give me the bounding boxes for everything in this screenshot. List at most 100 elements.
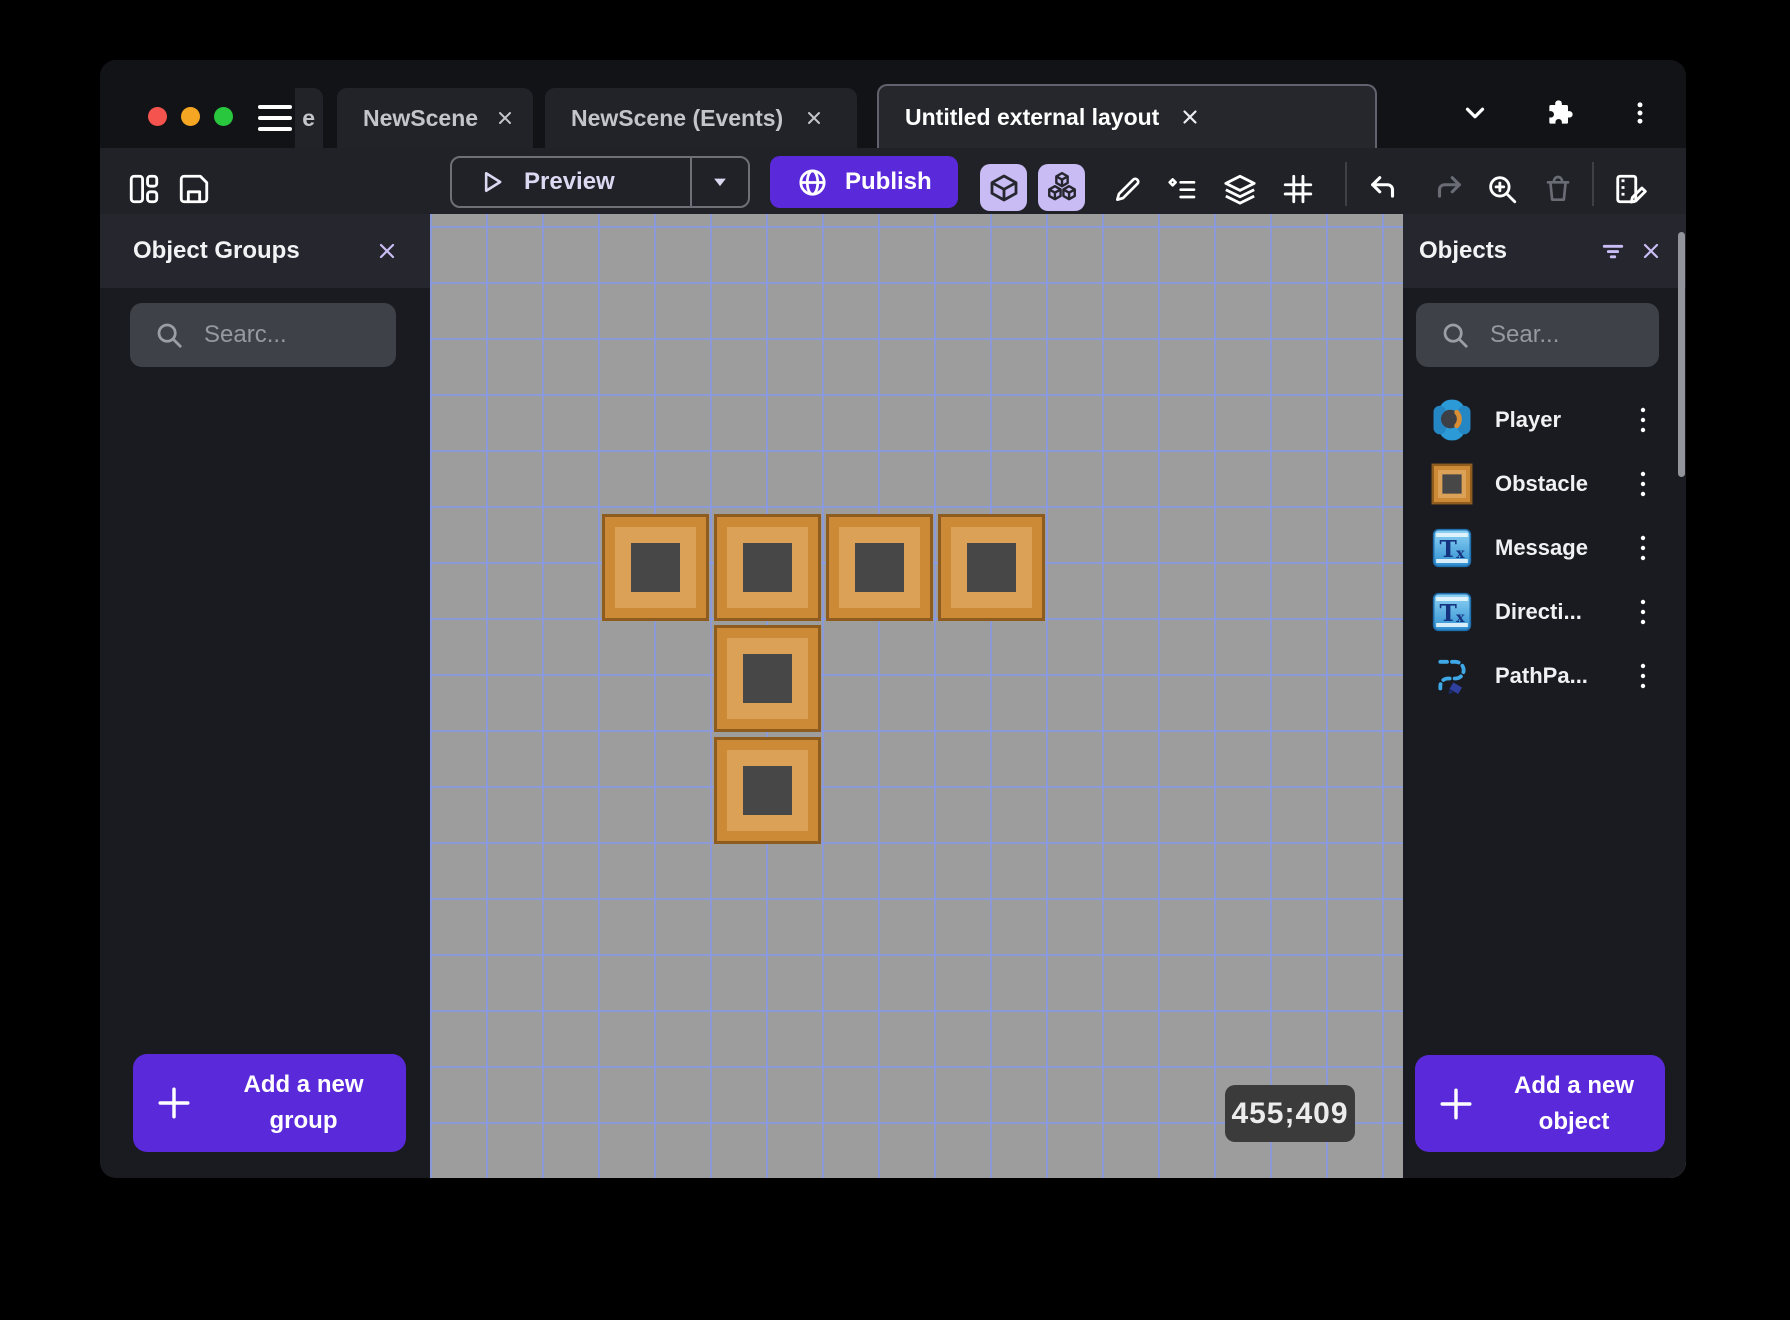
object-menu-kebab-icon[interactable] — [1628, 528, 1658, 568]
object-menu-kebab-icon[interactable] — [1628, 400, 1658, 440]
tab-bar: e NewScene NewScene (Events) Untitled ex… — [100, 60, 1686, 148]
main-area: 455;409 Object Groups Add a new grou — [100, 214, 1686, 1178]
redo-icon[interactable] — [1428, 169, 1468, 209]
svg-text:x: x — [1456, 610, 1465, 626]
object-groups-panel: Object Groups Add a new group — [100, 214, 430, 1178]
close-icon[interactable] — [797, 101, 831, 135]
preview-options-arrow[interactable] — [692, 172, 748, 192]
toolbar: Preview Publish — [100, 148, 1686, 214]
obstacle-instance[interactable] — [714, 737, 821, 844]
object-menu-kebab-icon[interactable] — [1628, 592, 1658, 632]
objects-search[interactable] — [1416, 303, 1659, 367]
preview-label: Preview — [524, 168, 615, 195]
obstacle-core — [631, 543, 680, 592]
edit-pencil-icon[interactable] — [1108, 169, 1148, 209]
player-icon — [1431, 398, 1473, 442]
svg-text:T: T — [1440, 535, 1458, 563]
search-icon — [157, 323, 182, 348]
object-row-message[interactable]: T x Message — [1403, 516, 1686, 580]
tab-clipped[interactable]: e — [295, 88, 323, 148]
instances-list-icon[interactable] — [1162, 169, 1202, 209]
save-icon[interactable] — [174, 169, 214, 209]
object-menu-kebab-icon[interactable] — [1628, 464, 1658, 504]
publish-button[interactable]: Publish — [770, 156, 958, 208]
add-object-label-line2: object — [1538, 1107, 1610, 1135]
app-window: e NewScene NewScene (Events) Untitled ex… — [100, 60, 1686, 1178]
objects-header: Objects — [1403, 214, 1686, 288]
close-icon[interactable] — [488, 101, 521, 135]
trash-icon[interactable] — [1538, 169, 1578, 209]
close-icon[interactable] — [1632, 232, 1670, 270]
divider — [1592, 162, 1594, 206]
chevron-down-icon[interactable] — [1455, 93, 1495, 133]
object-row-player[interactable]: Player — [1403, 388, 1686, 452]
add-object-label-line1: Add a new — [1513, 1071, 1634, 1099]
obstacle-core — [743, 654, 792, 703]
obstacle-instance[interactable] — [826, 514, 933, 621]
layers-icon[interactable] — [1220, 169, 1260, 209]
tab-untitled-external-layout[interactable]: Untitled external layout — [877, 84, 1377, 148]
obstacle-core — [743, 543, 792, 592]
window-maximize-button[interactable] — [214, 107, 233, 126]
more-menu-kebab-icon[interactable] — [1620, 93, 1660, 133]
objects-panel: Objects Sear... Player Obstacle T x Mess… — [1403, 214, 1686, 1178]
search-icon — [1443, 323, 1468, 348]
panels-layout-icon[interactable] — [124, 169, 164, 209]
add-group-button[interactable]: Add a new group — [133, 1054, 406, 1152]
close-icon[interactable] — [368, 232, 406, 270]
play-icon — [484, 171, 502, 193]
obstacle-inner — [727, 750, 808, 831]
obstacle-instance[interactable] — [714, 625, 821, 732]
obstacle-instance[interactable] — [938, 514, 1045, 621]
obstacle-inner — [615, 527, 696, 608]
plus-icon — [133, 1080, 215, 1126]
object-label: Directi... — [1495, 599, 1582, 624]
obstacle-core — [967, 543, 1016, 592]
obstacle-inner — [727, 638, 808, 719]
window-close-button[interactable] — [148, 107, 167, 126]
obstacle-instance[interactable] — [714, 514, 821, 621]
object-row-pathpaint[interactable]: PathPa... — [1403, 644, 1686, 708]
object-label: Obstacle — [1495, 471, 1588, 496]
object-label: Player — [1495, 407, 1562, 432]
obstacle-core — [855, 543, 904, 592]
edit-scene-events-icon[interactable] — [1612, 169, 1652, 209]
extensions-puzzle-icon[interactable] — [1540, 93, 1580, 133]
tab-label: NewScene — [363, 104, 479, 131]
object-row-directions[interactable]: T x Directi... — [1403, 580, 1686, 644]
object-row-obstacle[interactable]: Obstacle — [1403, 452, 1686, 516]
panel-title: Object Groups — [133, 237, 300, 264]
object-groups-search[interactable] — [130, 303, 396, 367]
object-menu-kebab-icon[interactable] — [1628, 656, 1658, 696]
tab-newscene[interactable]: NewScene — [337, 88, 533, 148]
window-minimize-button[interactable] — [181, 107, 200, 126]
text-object-icon: T x — [1431, 526, 1473, 570]
close-icon[interactable] — [1173, 100, 1207, 134]
object-groups-toggle-cubes-icon[interactable] — [1038, 164, 1085, 211]
panel-title: Objects — [1419, 237, 1508, 264]
search-input[interactable] — [204, 321, 396, 349]
preview-button[interactable]: Preview — [452, 168, 690, 196]
cursor-coordinates-badge: 455;409 — [1225, 1085, 1355, 1142]
filter-icon[interactable] — [1594, 232, 1632, 270]
undo-icon[interactable] — [1364, 169, 1404, 209]
grid-icon[interactable] — [1278, 169, 1318, 209]
tab-newscene-events[interactable]: NewScene (Events) — [545, 88, 857, 148]
add-object-button[interactable]: Add a new object — [1415, 1055, 1665, 1152]
obstacle-inner — [951, 527, 1032, 608]
objects-panel-toggle-cube-icon[interactable] — [980, 164, 1027, 211]
main-menu-icon[interactable] — [258, 105, 292, 131]
search-input[interactable] — [1490, 321, 1659, 349]
obstacle-instance[interactable] — [602, 514, 709, 621]
object-label: PathPa... — [1495, 663, 1588, 688]
obstacle-inner — [839, 527, 920, 608]
add-group-label-line2: group — [269, 1107, 338, 1134]
publish-label: Publish — [845, 168, 932, 195]
object-groups-header: Object Groups — [100, 214, 430, 288]
preview-split-button: Preview — [450, 156, 750, 208]
divider — [1345, 162, 1347, 206]
obstacle-inner — [727, 527, 808, 608]
obstacle-core — [743, 766, 792, 815]
panel-scrollbar[interactable] — [1678, 232, 1685, 477]
zoom-in-icon[interactable] — [1482, 169, 1522, 209]
